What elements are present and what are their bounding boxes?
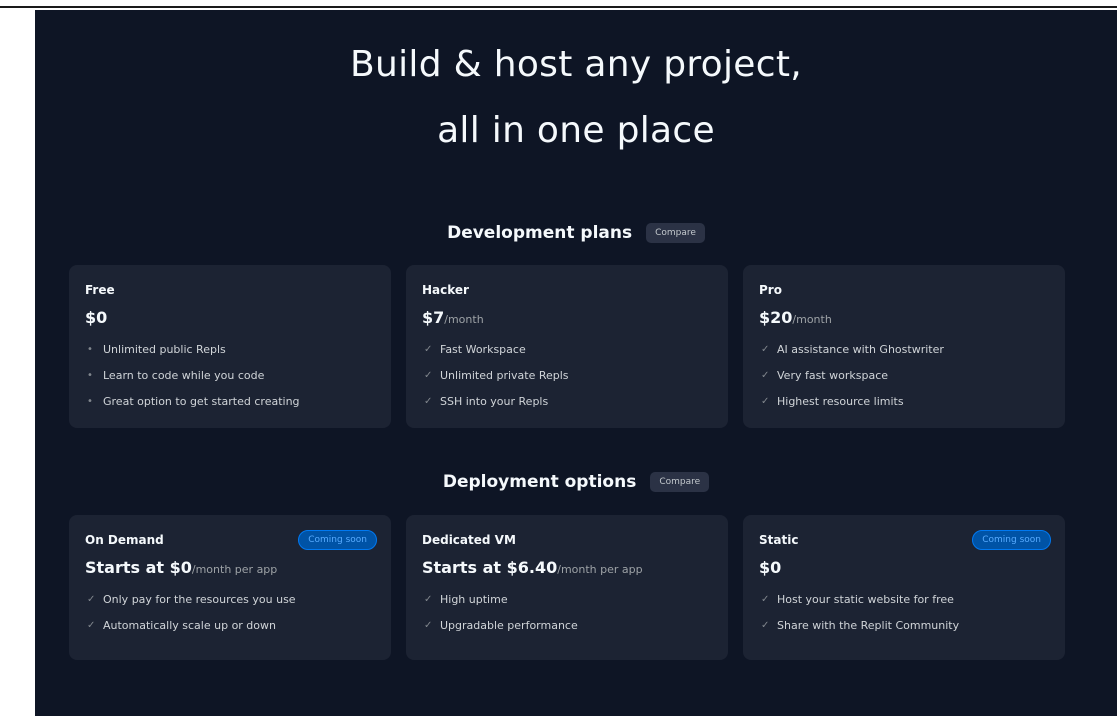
development-plans-header: Development plans Compare (35, 223, 1117, 243)
check-icon: ✓ (761, 620, 770, 631)
plan-card-hacker[interactable]: Hacker $7/month ✓ Fast Workspace ✓ Unlimit… (406, 265, 728, 428)
plan-card-free[interactable]: Free $0 • Unlimited public Repls • Learn t… (69, 265, 391, 428)
feature-item: ✓ Host your static website for free (761, 593, 954, 606)
deployment-options-header: Deployment options Compare (35, 472, 1117, 492)
development-plans-title: Development plans (447, 223, 633, 243)
bullet-icon: • (87, 344, 93, 355)
plan-price: $7/month (422, 308, 484, 327)
deploy-features: ✓ Only pay for the resources you use ✓ Aut… (87, 593, 296, 645)
check-icon: ✓ (424, 620, 433, 631)
feature-item: ✓ AI assistance with Ghostwriter (761, 343, 944, 356)
check-icon: ✓ (761, 344, 770, 355)
deploy-price: Starts at $0/month per app (85, 558, 278, 577)
feature-item: ✓ Highest resource limits (761, 395, 904, 408)
check-icon: ✓ (424, 370, 433, 381)
feature-item: ✓ Automatically scale up or down (87, 619, 276, 632)
deployment-options-title: Deployment options (442, 472, 637, 492)
feature-item: ✓ SSH into your Repls (424, 395, 549, 408)
check-icon: ✓ (424, 594, 433, 605)
check-icon: ✓ (424, 396, 433, 407)
check-icon: ✓ (87, 594, 96, 605)
pricing-panel: Build & host any project, all in one pla… (35, 10, 1117, 716)
bullet-icon: • (87, 396, 93, 407)
feature-item: • Learn to code while you code (87, 369, 265, 382)
feature-item: ✓ High uptime (424, 593, 508, 606)
deploy-price: Starts at $6.40/month per app (422, 558, 643, 577)
plan-features: • Unlimited public Repls • Learn to code w… (87, 343, 300, 421)
feature-item: • Great option to get started creating (87, 395, 300, 408)
bullet-icon: • (87, 370, 93, 381)
top-border (0, 6, 1117, 8)
deploy-features: ✓ Host your static website for free ✓ Shar… (761, 593, 959, 645)
coming-soon-badge: Coming soon (298, 530, 377, 550)
plan-name: Pro (759, 283, 782, 297)
deploy-name: On Demand (85, 533, 164, 547)
plan-price: $20/month (759, 308, 832, 327)
plan-price: $0 (85, 308, 108, 327)
feature-item: • Unlimited public Repls (87, 343, 226, 356)
feature-item: ✓ Upgradable performance (424, 619, 578, 632)
deploy-name: Static (759, 533, 799, 547)
plan-name: Free (85, 283, 115, 297)
feature-item: ✓ Share with the Replit Community (761, 619, 960, 632)
feature-item: ✓ Unlimited private Repls (424, 369, 569, 382)
plan-features: ✓ AI assistance with Ghostwriter ✓ Very fa… (761, 343, 944, 421)
deploy-price: $0 (759, 558, 782, 577)
coming-soon-badge: Coming soon (972, 530, 1051, 550)
deploy-name: Dedicated VM (422, 533, 516, 547)
check-icon: ✓ (761, 396, 770, 407)
deploy-card-dedicated-vm[interactable]: Dedicated VM Starts at $6.40/month per a… (406, 515, 728, 660)
deploy-card-on-demand[interactable]: On Demand Coming soon Starts at $0/month… (69, 515, 391, 660)
hero-title-line1: Build & host any project, (350, 44, 802, 85)
deploy-features: ✓ High uptime ✓ Upgradable performance (424, 593, 578, 645)
check-icon: ✓ (761, 594, 770, 605)
feature-item: ✓ Fast Workspace (424, 343, 526, 356)
feature-item: ✓ Only pay for the resources you use (87, 593, 296, 606)
check-icon: ✓ (761, 370, 770, 381)
hero-title-line2: all in one place (437, 110, 715, 151)
deploy-card-static[interactable]: Static Coming soon $0 ✓ Host your static … (743, 515, 1065, 660)
check-icon: ✓ (87, 620, 96, 631)
plan-card-pro[interactable]: Pro $20/month ✓ AI assistance with Ghostw… (743, 265, 1065, 428)
check-icon: ✓ (424, 344, 433, 355)
deployment-compare-button[interactable]: Compare (650, 472, 710, 492)
plan-features: ✓ Fast Workspace ✓ Unlimited private Repls… (424, 343, 569, 421)
plan-name: Hacker (422, 283, 469, 297)
feature-item: ✓ Very fast workspace (761, 369, 889, 382)
development-compare-button[interactable]: Compare (646, 223, 705, 243)
